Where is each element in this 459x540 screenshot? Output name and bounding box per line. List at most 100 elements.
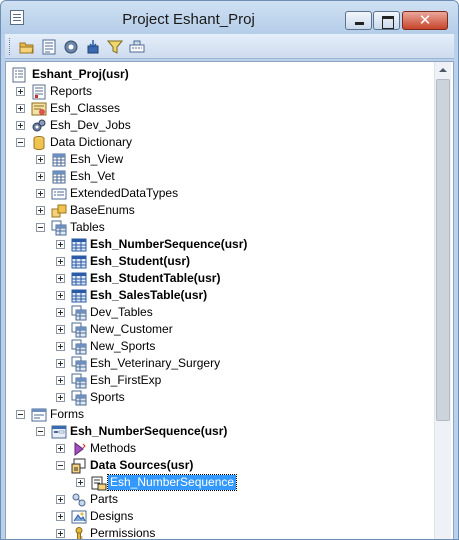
tree-node-sports[interactable]: Sports — [6, 389, 426, 406]
tree-root-label: Eshant_Proj(usr) — [32, 67, 129, 81]
tree-node-esh-dev-jobs[interactable]: Esh_Dev_Jobs — [6, 117, 426, 134]
view-icon — [51, 169, 67, 185]
expand-icon[interactable] — [56, 444, 65, 453]
expand-icon[interactable] — [56, 325, 65, 334]
properties-icon[interactable] — [41, 39, 57, 55]
window-title: Project Eshant_Proj — [122, 11, 255, 28]
tree-node-label: Esh_NumberSequence — [106, 474, 238, 491]
tree-node-esh-numbersequence[interactable]: Esh_NumberSequence — [6, 474, 426, 491]
tree-node-esh-studenttable[interactable]: Esh_StudentTable(usr) — [6, 270, 426, 287]
table-icon — [71, 271, 87, 287]
tree-node-esh-numbersequence[interactable]: Esh_NumberSequence(usr) — [6, 236, 426, 253]
import-icon[interactable] — [85, 39, 101, 55]
find-icon[interactable] — [129, 39, 145, 55]
title-bar[interactable]: Project Eshant_Proj ✕ — [1, 1, 458, 34]
tree-node-new-customer[interactable]: New_Customer — [6, 321, 426, 338]
expand-icon[interactable] — [56, 274, 65, 283]
expand-icon[interactable] — [16, 87, 25, 96]
tree-node-esh-veterinary-surgery[interactable]: Esh_Veterinary_Surgery — [6, 355, 426, 372]
tree-node-esh-salestable[interactable]: Esh_SalesTable(usr) — [6, 287, 426, 304]
jobs-icon — [31, 118, 47, 134]
expand-icon[interactable] — [56, 495, 65, 504]
expand-icon[interactable] — [16, 104, 25, 113]
tree-node-label: Esh_Veterinary_Surgery — [90, 356, 221, 370]
open-icon[interactable] — [19, 39, 35, 55]
minimize-button[interactable] — [345, 11, 372, 30]
tree-node-designs[interactable]: Designs — [6, 508, 426, 525]
tables-icon — [51, 220, 67, 236]
vertical-scrollbar[interactable] — [434, 62, 452, 539]
tree-node-dev-tables[interactable]: Dev_Tables — [6, 304, 426, 321]
collapse-icon[interactable] — [36, 223, 45, 232]
expand-icon[interactable] — [16, 121, 25, 130]
reports-icon — [31, 84, 47, 100]
view-icon — [51, 152, 67, 168]
collapse-icon[interactable] — [16, 410, 25, 419]
tree-node-label: Data Dictionary — [50, 135, 133, 149]
tree-node-label: Data Sources(usr) — [90, 458, 194, 472]
toolbar-grip[interactable] — [9, 38, 12, 55]
expand-icon[interactable] — [56, 512, 65, 521]
expand-icon[interactable] — [56, 342, 65, 351]
tree-node-label: Reports — [50, 84, 93, 98]
tree-node-label: Methods — [90, 441, 137, 455]
expand-icon[interactable] — [56, 308, 65, 317]
tree-node-label: Esh_SalesTable(usr) — [90, 288, 208, 302]
collapse-icon[interactable] — [36, 427, 45, 436]
tree-node-label: Tables — [70, 220, 105, 234]
tree-node-esh-classes[interactable]: Esh_Classes — [6, 100, 426, 117]
tree-node-label: Sports — [90, 390, 125, 404]
maximize-button[interactable] — [373, 11, 400, 30]
table-icon — [71, 288, 87, 304]
expand-icon[interactable] — [56, 529, 65, 538]
collapse-icon[interactable] — [56, 461, 65, 470]
tree-node-forms[interactable]: Forms — [6, 406, 426, 423]
expand-icon[interactable] — [56, 359, 65, 368]
tree-node-methods[interactable]: Methods — [6, 440, 426, 457]
tree-node-label: Dev_Tables — [90, 305, 153, 319]
database-icon — [31, 135, 47, 151]
tree-root[interactable]: Eshant_Proj(usr) — [6, 66, 426, 83]
tree-node-parts[interactable]: Parts — [6, 491, 426, 508]
tree-node-extendeddatatypes[interactable]: ExtendedDataTypes — [6, 185, 426, 202]
tables-icon — [71, 339, 87, 355]
compile-icon[interactable] — [63, 39, 79, 55]
expand-icon[interactable] — [56, 240, 65, 249]
expand-icon[interactable] — [56, 291, 65, 300]
expand-icon[interactable] — [36, 155, 45, 164]
expand-icon[interactable] — [56, 376, 65, 385]
expand-icon[interactable] — [36, 172, 45, 181]
tree-node-tables[interactable]: Tables — [6, 219, 426, 236]
tree-node-data-dictionary[interactable]: Data Dictionary — [6, 134, 426, 151]
tree-node-reports[interactable]: Reports — [6, 83, 426, 100]
tree-node-new-sports[interactable]: New_Sports — [6, 338, 426, 355]
tree-node-permissions[interactable]: Permissions — [6, 525, 426, 539]
project-tree[interactable]: Eshant_Proj(usr) Reports Esh_Classes Esh_D… — [5, 61, 454, 539]
close-button[interactable]: ✕ — [402, 11, 448, 30]
form-icon — [51, 424, 67, 440]
scroll-thumb[interactable] — [436, 79, 450, 421]
table-icon — [71, 254, 87, 270]
expand-icon[interactable] — [76, 478, 85, 487]
tree-node-baseenums[interactable]: BaseEnums — [6, 202, 426, 219]
parts-icon — [71, 492, 87, 508]
collapse-icon[interactable] — [16, 138, 25, 147]
tree-node-esh-vet[interactable]: Esh_Vet — [6, 168, 426, 185]
expand-icon[interactable] — [36, 206, 45, 215]
filter-icon[interactable] — [107, 39, 123, 55]
tree-node-label: New_Sports — [90, 339, 156, 353]
tree-node-label: Esh_FirstExp — [90, 373, 162, 387]
tree-node-data-sources[interactable]: Data Sources(usr) — [6, 457, 426, 474]
tree-node-esh-numbersequence[interactable]: Esh_NumberSequence(usr) — [6, 423, 426, 440]
tree-node-esh-student[interactable]: Esh_Student(usr) — [6, 253, 426, 270]
forms-icon — [31, 407, 47, 423]
expand-icon[interactable] — [56, 257, 65, 266]
tree-node-esh-view[interactable]: Esh_View — [6, 151, 426, 168]
tree-node-esh-firstexp[interactable]: Esh_FirstExp — [6, 372, 426, 389]
expand-icon[interactable] — [36, 189, 45, 198]
tree-node-label: Parts — [90, 492, 119, 506]
datasource-icon — [91, 475, 107, 491]
scroll-up-icon[interactable] — [435, 62, 452, 79]
expand-icon[interactable] — [56, 393, 65, 402]
tables-icon — [71, 356, 87, 372]
